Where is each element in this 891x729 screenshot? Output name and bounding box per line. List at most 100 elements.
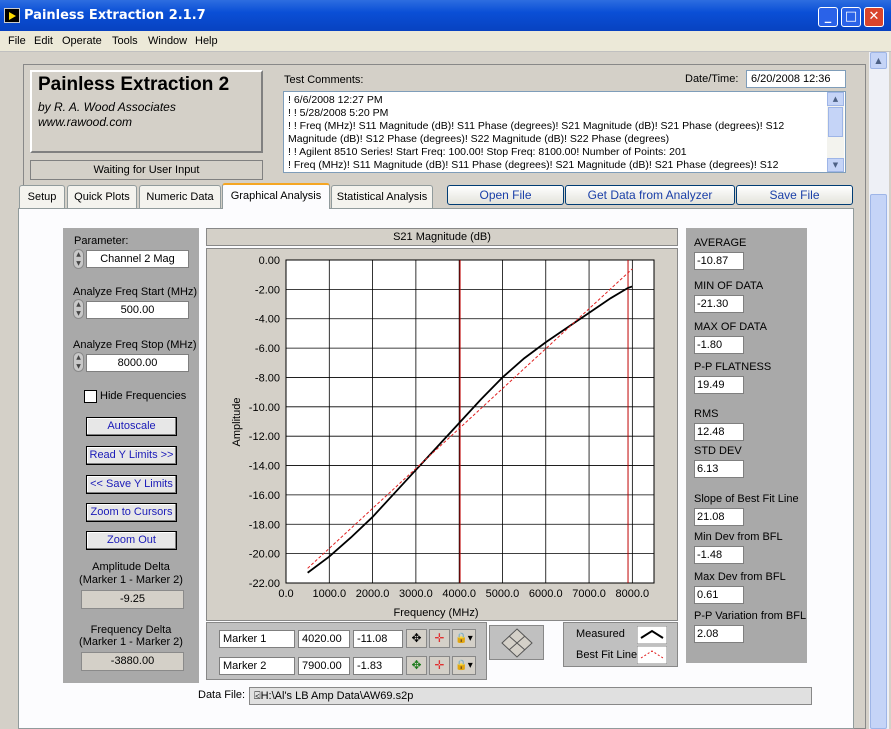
freq-start-input[interactable]: 500.00: [86, 301, 189, 319]
x-tick-label: 3000.0: [399, 588, 433, 600]
s21-magnitude-chart[interactable]: 0.0 1000.0 2000.0 3000.0 4000.0 5000.0 6000.0 7…: [206, 248, 678, 621]
menu-edit[interactable]: Edit: [34, 35, 53, 47]
marker-1-freq[interactable]: 4020.00: [298, 630, 350, 648]
comments-label: Test Comments:: [284, 74, 364, 86]
x-tick-label: 2000.0: [356, 588, 390, 600]
parameter-select[interactable]: Channel 2 Mag: [86, 250, 189, 268]
x-axis-label: Frequency (MHz): [394, 607, 479, 619]
scroll-down-icon[interactable]: ▼: [827, 158, 844, 172]
comments-textarea[interactable]: ! 6/6/2008 12:27 PM ! ! 5/28/2008 5:20 P…: [283, 91, 846, 173]
comments-scrollbar[interactable]: ▲ ▼: [827, 92, 844, 172]
marker-1-lock-icon[interactable]: 🔒▾: [452, 629, 476, 648]
freq-start-label: Analyze Freq Start (MHz): [73, 286, 198, 298]
stat-rms-value: 12.48: [694, 423, 744, 441]
x-tick-label: 0.0: [278, 588, 293, 600]
stat-flatness-label: P-P FLATNESS: [694, 361, 772, 373]
cursor-move-control[interactable]: [489, 625, 544, 660]
stat-average-label: AVERAGE: [694, 237, 747, 249]
title-bar[interactable]: Painless Extraction 2.1.7 _ □ ✕: [0, 0, 891, 31]
tab-quick-plots[interactable]: Quick Plots: [67, 185, 137, 208]
y-axis-label: Amplitude: [231, 398, 243, 447]
plot-area[interactable]: [285, 259, 655, 584]
marker-2-move-icon[interactable]: ✥: [406, 656, 427, 675]
legend-bfl-swatch: [637, 646, 667, 664]
stat-stddev-label: STD DEV: [694, 445, 742, 457]
scroll-up-icon[interactable]: ▲: [827, 92, 844, 106]
legend-measured-label: Measured: [576, 628, 625, 640]
freq-delta-label: Frequency Delta: [90, 624, 172, 636]
amp-delta-sublabel: (Marker 1 - Marker 2): [79, 574, 183, 586]
x-tick-labels: 0.0 1000.0 2000.0 3000.0 4000.0 5000.0 6000.0 7…: [278, 588, 649, 600]
menu-window[interactable]: Window: [148, 35, 187, 47]
menu-help[interactable]: Help: [195, 35, 218, 47]
amp-delta-value: -9.25: [81, 590, 184, 609]
comment-line: ! ! Freq (MHz)! S11 Magnitude (dB)! S11 …: [288, 120, 785, 132]
status-indicator: Waiting for User Input: [30, 160, 263, 180]
comment-line: Magnitude (dB)! S12 Phase (degrees)! S22…: [288, 133, 670, 145]
parameter-label: Parameter:: [74, 235, 129, 247]
datetime-field[interactable]: 6/20/2008 12:36: [746, 70, 846, 88]
datafile-label: Data File:: [198, 689, 246, 701]
y-tick-label: -6.00: [255, 343, 280, 355]
freq-stop-spinner-icon[interactable]: ▲ ▼: [73, 352, 84, 372]
scroll-thumb[interactable]: [870, 194, 887, 729]
y-tick-label: 0.00: [259, 255, 280, 267]
marker-1-crosshair-icon[interactable]: ✛: [429, 629, 450, 648]
stat-max-dev-value: 0.61: [694, 586, 744, 604]
stat-max-dev-label: Max Dev from BFL: [694, 571, 786, 583]
menu-bar: File Edit Operate Tools Window Help: [0, 31, 891, 52]
menu-operate[interactable]: Operate: [62, 35, 102, 47]
zoom-out-button[interactable]: Zoom Out: [86, 531, 177, 550]
marker-2-freq[interactable]: 7900.00: [298, 657, 350, 675]
plot-legend: Measured Best Fit Line: [563, 622, 678, 667]
window-title: Painless Extraction 2.1.7: [24, 8, 206, 23]
marker-2-lock-icon[interactable]: 🔒▾: [452, 656, 476, 675]
comment-line: ! ! Agilent 8510 Series! Start Freq: 100…: [288, 146, 687, 158]
graph-title: S21 Magnitude (dB): [206, 228, 678, 246]
logo-author: by R. A. Wood Associates: [38, 100, 176, 114]
y-tick-label: -16.00: [249, 490, 280, 502]
save-file-button[interactable]: Save File: [736, 185, 853, 205]
tab-setup[interactable]: Setup: [19, 185, 65, 208]
diamond-navigator-icon[interactable]: [490, 626, 545, 661]
logo-panel: Painless Extraction 2 by R. A. Wood Asso…: [30, 70, 263, 153]
zoom-to-cursors-button[interactable]: Zoom to Cursors: [86, 503, 177, 522]
autoscale-button[interactable]: Autoscale: [86, 417, 177, 436]
freq-start-spinner-icon[interactable]: ▲ ▼: [73, 299, 84, 319]
marker-2-crosshair-icon[interactable]: ✛: [429, 656, 450, 675]
tab-graphical-analysis[interactable]: Graphical Analysis: [222, 183, 330, 209]
y-tick-label: -20.00: [249, 549, 280, 561]
minimize-button[interactable]: _: [818, 7, 838, 27]
read-y-limits-button[interactable]: Read Y Limits >>: [86, 446, 177, 465]
stat-min-label: MIN OF DATA: [694, 280, 764, 292]
scroll-up-icon[interactable]: ▲: [870, 52, 887, 69]
save-y-limits-button[interactable]: << Save Y Limits: [86, 475, 177, 494]
window-scrollbar[interactable]: ▲: [869, 52, 889, 729]
legend-measured-swatch: [637, 626, 667, 644]
marker-2-amp[interactable]: -1.83: [353, 657, 403, 675]
maximize-button[interactable]: □: [841, 7, 861, 27]
stat-average-value: -10.87: [694, 252, 744, 270]
comment-line: ! ! 5/28/2008 5:20 PM: [288, 107, 389, 119]
menu-file[interactable]: File: [8, 35, 26, 47]
parameter-spinner-icon[interactable]: ▲ ▼: [73, 249, 84, 269]
marker-1-move-icon[interactable]: ✥: [406, 629, 427, 648]
marker-1-amp[interactable]: -11.08: [353, 630, 403, 648]
stat-min-value: -21.30: [694, 295, 744, 313]
open-file-button[interactable]: Open File: [447, 185, 564, 205]
close-button[interactable]: ✕: [864, 7, 884, 27]
stat-pp-variation-value: 2.08: [694, 625, 744, 643]
scroll-thumb[interactable]: [828, 107, 843, 137]
y-tick-label: -8.00: [255, 372, 280, 384]
tab-numeric-data[interactable]: Numeric Data: [139, 185, 221, 208]
tab-statistical-analysis[interactable]: Statistical Analysis: [331, 185, 433, 208]
datafile-path-text: H:\Al's LB Amp Data\AW69.s2p: [260, 690, 414, 702]
menu-tools[interactable]: Tools: [112, 35, 138, 47]
datafile-path[interactable]: ⍃H:\Al's LB Amp Data\AW69.s2p: [249, 687, 812, 705]
freq-stop-input[interactable]: 8000.00: [86, 354, 189, 372]
get-data-button[interactable]: Get Data from Analyzer: [565, 185, 735, 205]
app-icon[interactable]: [4, 8, 20, 23]
hide-frequencies-checkbox[interactable]: [84, 390, 97, 403]
stat-max-value: -1.80: [694, 336, 744, 354]
stat-max-label: MAX OF DATA: [694, 321, 767, 333]
